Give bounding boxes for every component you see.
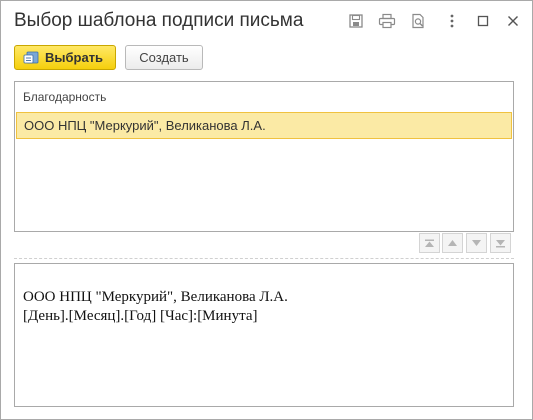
list-group-header: Благодарность <box>23 90 107 104</box>
create-button[interactable]: Создать <box>125 45 203 70</box>
close-icon[interactable] <box>504 12 522 30</box>
move-last-icon[interactable] <box>490 233 511 253</box>
move-down-icon[interactable] <box>466 233 487 253</box>
save-icon[interactable] <box>347 12 365 30</box>
window-title: Выбор шаблона подписи письма <box>14 10 304 31</box>
splitter[interactable] <box>14 258 514 259</box>
preview-line-company: ООО НПЦ "Меркурий", Великанова Л.А. <box>23 289 288 305</box>
select-button-label: Выбрать <box>45 50 104 65</box>
template-list[interactable]: Благодарность ООО НПЦ "Меркурий", Велика… <box>14 81 514 232</box>
maximize-icon[interactable] <box>474 12 492 30</box>
more-icon[interactable] <box>443 12 461 30</box>
create-button-label: Создать <box>139 50 189 65</box>
signature-preview: ООО НПЦ "Меркурий", Великанова Л.А. [Ден… <box>14 263 514 407</box>
print-icon[interactable] <box>378 12 396 30</box>
move-first-icon[interactable] <box>419 233 440 253</box>
select-button[interactable]: Выбрать <box>14 45 116 70</box>
dialog-window: Выбор шаблона подписи письма Выбрать Соз… <box>0 0 533 420</box>
move-up-icon[interactable] <box>442 233 463 253</box>
select-icon <box>23 51 39 65</box>
preview-line-datetime: [День].[Месяц].[Год] [Час]:[Минута] <box>23 308 258 324</box>
list-item[interactable]: ООО НПЦ "Меркурий", Великанова Л.А. <box>16 112 512 139</box>
print-preview-icon[interactable] <box>409 12 427 30</box>
